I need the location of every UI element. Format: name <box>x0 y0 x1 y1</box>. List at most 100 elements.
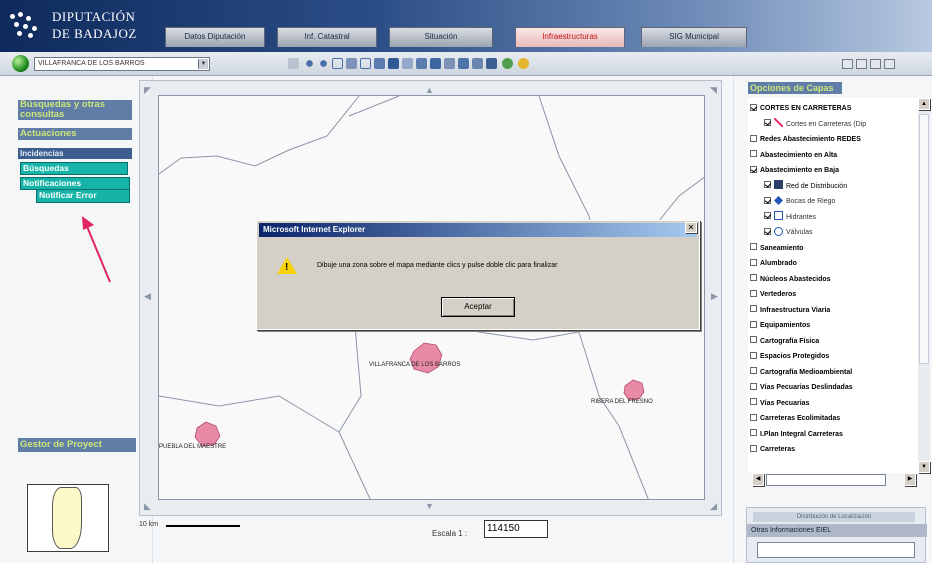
layer-item[interactable]: Abastecimiento en Alta <box>750 149 837 163</box>
query-icon[interactable] <box>402 58 413 69</box>
layer-item[interactable]: Cortes en Carreteras (Dip <box>764 118 866 132</box>
scroll-right-icon[interactable]: ▶ <box>904 473 916 486</box>
export-icon[interactable] <box>472 58 483 69</box>
bottom-box-field[interactable] <box>757 542 915 558</box>
scroll-down-icon[interactable]: ▼ <box>918 461 930 473</box>
layer-checkbox[interactable] <box>750 165 757 173</box>
layer-checkbox[interactable] <box>750 150 757 158</box>
layer-item[interactable]: Vías Pecuarias Deslindadas <box>750 381 853 395</box>
layer-item[interactable]: Hidrantes <box>764 211 816 225</box>
layer-checkbox[interactable] <box>750 351 757 359</box>
identify-icon[interactable] <box>360 58 371 69</box>
layer-item[interactable]: I.Plan Integral Carreteras <box>750 428 843 442</box>
menu-gestor-proyectos[interactable]: Gestor de Proyect <box>18 438 136 452</box>
close-icon[interactable]: ✕ <box>685 222 697 233</box>
tab-situacion[interactable]: Situación <box>389 27 493 47</box>
tab-sig-municipal[interactable]: SIG Municipal <box>641 27 747 47</box>
layer-checkbox[interactable] <box>750 320 757 328</box>
pan-north-icon[interactable]: ▲ <box>425 85 434 95</box>
full-extent-icon[interactable] <box>346 58 357 69</box>
layers-hscroll[interactable] <box>766 474 886 486</box>
globe-small-icon[interactable] <box>502 58 513 69</box>
layer-item[interactable]: Saneamiento <box>750 242 804 256</box>
accept-button[interactable]: Aceptar <box>441 297 515 317</box>
save-icon[interactable] <box>486 58 497 69</box>
layer-checkbox[interactable] <box>764 119 771 127</box>
pan-northeast-icon[interactable]: ◥ <box>710 85 717 96</box>
layer-checkbox[interactable] <box>764 181 771 189</box>
layer-item[interactable]: Espacios Protegidos <box>750 350 829 364</box>
window-icon[interactable] <box>842 59 853 69</box>
layer-checkbox[interactable] <box>750 444 757 452</box>
layer-item[interactable]: Válvulas <box>764 226 812 240</box>
layers-scrollbar[interactable]: ▲ ▼ <box>918 98 930 473</box>
hand-icon[interactable] <box>288 58 299 69</box>
menu-busquedas[interactable]: Búsquedas y otras consultas <box>18 100 132 120</box>
town-polygon[interactable] <box>409 342 443 374</box>
tab-infraestructuras[interactable]: Infraestructuras <box>515 27 625 47</box>
overview-map[interactable] <box>27 484 109 552</box>
pan-southwest-icon[interactable]: ◣ <box>144 501 151 512</box>
layer-item[interactable]: Cartografía Medioambiental <box>750 366 852 380</box>
layer-checkbox[interactable] <box>750 382 757 390</box>
zoom-out-icon[interactable] <box>318 58 329 69</box>
layer-item[interactable]: Alumbrado <box>750 257 797 271</box>
layer-checkbox[interactable] <box>764 212 771 220</box>
layer-item[interactable]: Red de Distribución <box>764 180 847 194</box>
layer-checkbox[interactable] <box>750 398 757 406</box>
window-icon[interactable] <box>870 59 881 69</box>
help-icon[interactable] <box>518 58 529 69</box>
town-polygon[interactable] <box>623 379 645 401</box>
pan-east-icon[interactable]: ▶ <box>711 291 718 302</box>
layer-item[interactable]: Redes Abastecimiento REDES <box>750 133 861 147</box>
layer-checkbox[interactable] <box>750 413 757 421</box>
layer-checkbox[interactable] <box>750 429 757 437</box>
pan-west-icon[interactable]: ◀ <box>144 291 151 302</box>
layer-checkbox[interactable] <box>750 336 757 344</box>
municipality-select[interactable]: VILLAFRANCA DE LOS BARROS ▼ <box>34 57 210 71</box>
tab-inf-catastral[interactable]: Inf. Catastral <box>277 27 377 47</box>
scroll-left-icon[interactable]: ◀ <box>752 473 764 486</box>
scroll-thumb[interactable] <box>919 114 929 364</box>
zoom-in-icon[interactable] <box>304 58 315 69</box>
layer-checkbox[interactable] <box>750 305 757 313</box>
layer-item[interactable]: Vías Pecuarias <box>750 397 809 411</box>
menu-incidencias[interactable]: Incidencias <box>18 148 132 159</box>
select-icon[interactable] <box>388 58 399 69</box>
layer-checkbox[interactable] <box>750 134 757 142</box>
layer-checkbox[interactable] <box>750 289 757 297</box>
pan-southeast-icon[interactable]: ◢ <box>710 501 717 512</box>
menu-sub-busquedas[interactable]: Búsquedas <box>20 162 128 175</box>
tab-datos-diputacion[interactable]: Datos Diputación <box>165 27 265 47</box>
print-icon[interactable] <box>430 58 441 69</box>
bottom-box-row[interactable]: Otras Informaciones EIEL <box>747 524 927 537</box>
layer-checkbox[interactable] <box>764 196 771 204</box>
chevron-down-icon[interactable]: ▼ <box>198 59 208 69</box>
pan-south-icon[interactable]: ▼ <box>425 501 434 511</box>
layer-checkbox[interactable] <box>750 258 757 266</box>
logo[interactable]: DIPUTACIÓN DE BADAJOZ <box>8 6 148 46</box>
layer-item[interactable]: Núcleos Abastecidos <box>750 273 831 287</box>
layer-checkbox[interactable] <box>750 274 757 282</box>
layer-item[interactable]: Bocas de Riego <box>764 195 835 209</box>
layer-checkbox[interactable] <box>750 367 757 375</box>
layer-item[interactable]: Carreteras <box>750 443 795 457</box>
window-icon[interactable] <box>856 59 867 69</box>
layer-icon[interactable] <box>416 58 427 69</box>
scroll-up-icon[interactable]: ▲ <box>918 98 930 110</box>
layer-checkbox[interactable] <box>764 227 771 235</box>
layer-item[interactable]: Infraestructura Viaria <box>750 304 830 318</box>
menu-actuaciones[interactable]: Actuaciones <box>18 128 132 140</box>
menu-sub-notificar-error[interactable]: Notificar Error <box>36 189 130 203</box>
layer-checkbox[interactable] <box>750 103 757 111</box>
pan-northwest-icon[interactable]: ◤ <box>144 85 151 96</box>
window-icon[interactable] <box>884 59 895 69</box>
escala-input[interactable]: 114150 <box>484 520 548 538</box>
zoom-box-icon[interactable] <box>332 58 343 69</box>
layer-item[interactable]: Vertederos <box>750 288 796 302</box>
layer-item[interactable]: Carreteras Ecolimitadas <box>750 412 840 426</box>
globe-icon[interactable] <box>12 55 29 72</box>
info-icon[interactable] <box>444 58 455 69</box>
layer-item[interactable]: Equipamientos <box>750 319 810 333</box>
layer-item[interactable]: CORTES EN CARRETERAS <box>750 102 851 116</box>
